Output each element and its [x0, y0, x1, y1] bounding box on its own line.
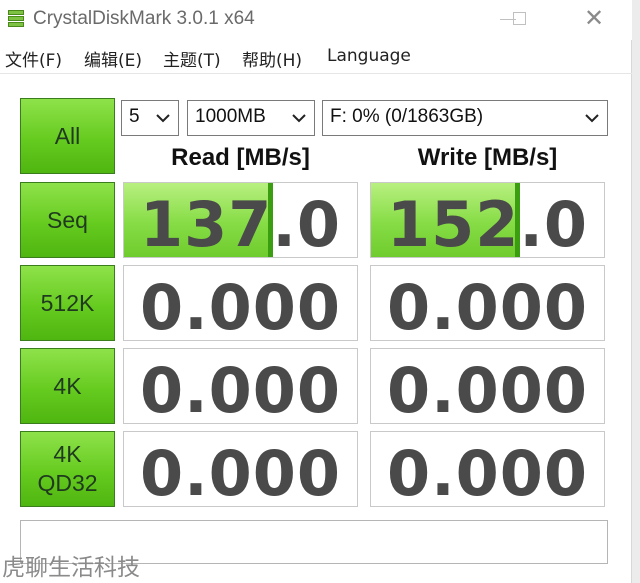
menu-bar: 文件(F) 编辑(E) 主题(T) 帮助(H) Language — [0, 40, 632, 74]
app-icon — [8, 9, 24, 29]
write-header: Write [MB/s] — [417, 144, 558, 171]
runs-select[interactable]: 5 — [121, 100, 179, 136]
drive-value: F: 0% (0/1863GB) — [330, 106, 484, 127]
4k-write-value: 0.000 — [386, 354, 589, 424]
close-icon: ✕ — [583, 5, 605, 32]
watermark-text: 虎聊生活科技 — [2, 555, 140, 581]
maximize-icon — [513, 12, 526, 25]
maximize-button[interactable] — [500, 6, 540, 34]
chevron-down-icon — [292, 114, 306, 123]
4k-qd32-write-value: 0.000 — [386, 437, 589, 507]
512k-button[interactable]: 512K — [20, 265, 115, 341]
4k-qd32-read-cell: 0.000 — [123, 431, 358, 507]
512k-write-cell: 0.000 — [370, 265, 605, 341]
4k-qd32-line1: 4K — [53, 441, 82, 468]
menu-file[interactable]: 文件(F) — [5, 46, 62, 71]
seq-write-cell: 152.0 — [370, 182, 605, 258]
4k-qd32-write-cell: 0.000 — [370, 431, 605, 507]
4k-read-value: 0.000 — [139, 354, 342, 424]
app-window: CrystalDiskMark 3.0.1 x64 ✕ 文件(F) 编辑(E) … — [0, 0, 632, 583]
4k-qd32-button[interactable]: 4K QD32 — [20, 431, 115, 507]
512k-read-cell: 0.000 — [123, 265, 358, 341]
menu-language[interactable]: Language — [327, 46, 411, 66]
size-select[interactable]: 1000MB — [187, 100, 315, 136]
menu-theme[interactable]: 主题(T) — [163, 46, 221, 71]
size-value: 1000MB — [195, 106, 266, 127]
4k-write-cell: 0.000 — [370, 348, 605, 424]
window-title: CrystalDiskMark 3.0.1 x64 — [33, 8, 255, 29]
seq-button[interactable]: Seq — [20, 182, 115, 258]
drive-select[interactable]: F: 0% (0/1863GB) — [322, 100, 608, 136]
chevron-down-icon — [156, 114, 170, 123]
menu-help[interactable]: 帮助(H) — [242, 46, 302, 71]
seq-read-cell: 137.0 — [123, 182, 358, 258]
runs-value: 5 — [129, 106, 140, 127]
512k-read-value: 0.000 — [139, 271, 342, 341]
background-window-edge — [632, 0, 640, 583]
all-button[interactable]: All — [20, 98, 115, 174]
menu-edit[interactable]: 编辑(E) — [84, 46, 142, 71]
4k-qd32-read-value: 0.000 — [139, 437, 342, 507]
close-button[interactable]: ✕ — [574, 6, 614, 34]
4k-button[interactable]: 4K — [20, 348, 115, 424]
read-header: Read [MB/s] — [171, 144, 310, 171]
title-bar: CrystalDiskMark 3.0.1 x64 ✕ — [0, 0, 632, 40]
chevron-down-icon — [585, 114, 599, 123]
seq-write-value: 152.0 — [386, 188, 589, 258]
4k-qd32-line2: QD32 — [37, 470, 98, 496]
seq-read-value: 137.0 — [139, 188, 342, 258]
512k-write-value: 0.000 — [386, 271, 589, 341]
4k-read-cell: 0.000 — [123, 348, 358, 424]
